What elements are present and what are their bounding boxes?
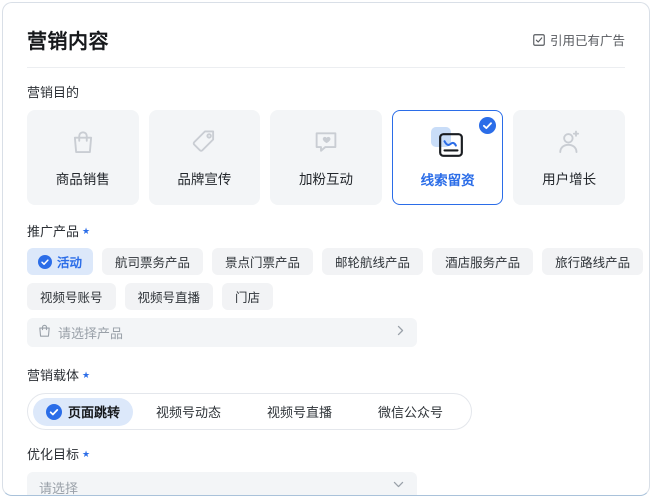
- purpose-card-label: 商品销售: [55, 172, 110, 187]
- required-star: ★: [82, 370, 91, 380]
- product-tag-store[interactable]: 门店: [222, 283, 274, 310]
- check-circle-icon: [479, 117, 497, 134]
- price-tag-icon: [189, 127, 219, 157]
- shopping-bag-icon: [68, 127, 98, 157]
- carrier-option-page-jump[interactable]: 页面跳转: [33, 397, 134, 426]
- required-star: ★: [82, 226, 91, 236]
- header-divider: [27, 67, 625, 68]
- product-tag-attraction-ticket[interactable]: 景点门票产品: [212, 248, 314, 275]
- shopping-bag-icon: [37, 323, 52, 343]
- chevron-right-icon: [394, 324, 407, 342]
- purpose-card-user-growth[interactable]: 用户增长: [513, 110, 625, 205]
- product-picker[interactable]: 请选择产品: [27, 318, 417, 347]
- purpose-card-label: 加粉互动: [298, 172, 353, 187]
- page-title: 营销内容: [27, 31, 109, 53]
- purpose-card-lead-generation[interactable]: 线索留资: [391, 110, 504, 205]
- check-circle-icon: [46, 403, 62, 420]
- user-plus-icon: [554, 127, 584, 157]
- carrier-option-channels-live[interactable]: 视频号直播: [244, 402, 355, 421]
- purpose-section-label: 营销目的: [27, 85, 80, 100]
- product-tag-row-1: 活动 航司票务产品 景点门票产品 邮轮航线产品 酒店服务产品 旅行路线产品: [27, 248, 644, 275]
- product-tag-cruise-route[interactable]: 邮轮航线产品: [322, 248, 424, 275]
- purpose-card-label: 线索留资: [420, 172, 475, 188]
- product-tag-channels-account[interactable]: 视频号账号: [27, 283, 116, 310]
- quote-checkbox-icon: [532, 33, 546, 47]
- product-picker-placeholder: 请选择产品: [58, 326, 124, 341]
- product-tag-row-2: 视频号账号 视频号直播 门店: [27, 283, 625, 310]
- carrier-option-group: 页面跳转 视频号动态 视频号直播 微信公众号: [27, 393, 473, 430]
- purpose-card-product-sales[interactable]: 商品销售: [27, 110, 139, 205]
- panel-header: 营销内容 引用已有广告: [27, 25, 625, 54]
- purpose-card-label: 用户增长: [542, 172, 597, 187]
- purpose-card-label: 品牌宣传: [177, 172, 232, 187]
- carrier-option-channels-moments[interactable]: 视频号动态: [133, 402, 244, 421]
- purpose-card-fan-interaction[interactable]: 加粉互动: [270, 110, 382, 205]
- product-tag-airline-ticket[interactable]: 航司票务产品: [102, 248, 204, 275]
- quote-existing-ad-link[interactable]: 引用已有广告: [532, 30, 625, 49]
- product-tag-activity[interactable]: 活动: [27, 248, 94, 275]
- chat-heart-icon: [311, 127, 341, 157]
- goal-section-label: 优化目标 ★: [27, 447, 91, 462]
- goal-select-placeholder: 请选择: [39, 480, 79, 496]
- marketing-content-panel: 营销内容 引用已有广告 营销目的 商品销售 品牌宣传 加粉互动 线索留资 用户增…: [2, 2, 650, 496]
- carrier-option-wechat-official[interactable]: 微信公众号: [355, 402, 466, 421]
- chart-board-icon: [431, 126, 464, 158]
- purpose-card-group: 商品销售 品牌宣传 加粉互动 线索留资 用户增长: [27, 110, 625, 205]
- product-tag-channels-live[interactable]: 视频号直播: [124, 283, 214, 310]
- purpose-card-brand-promotion[interactable]: 品牌宣传: [148, 110, 261, 205]
- chevron-down-icon: [392, 478, 405, 495]
- check-circle-icon: [38, 254, 52, 269]
- quote-link-label: 引用已有广告: [549, 34, 625, 48]
- product-tag-hotel-service[interactable]: 酒店服务产品: [432, 248, 534, 275]
- product-section-label: 推广产品 ★: [27, 224, 91, 239]
- goal-select[interactable]: 请选择: [27, 472, 417, 496]
- product-tag-travel-route[interactable]: 旅行路线产品: [542, 248, 644, 275]
- carrier-section-label: 营销载体 ★: [27, 368, 91, 383]
- required-star: ★: [82, 449, 91, 459]
